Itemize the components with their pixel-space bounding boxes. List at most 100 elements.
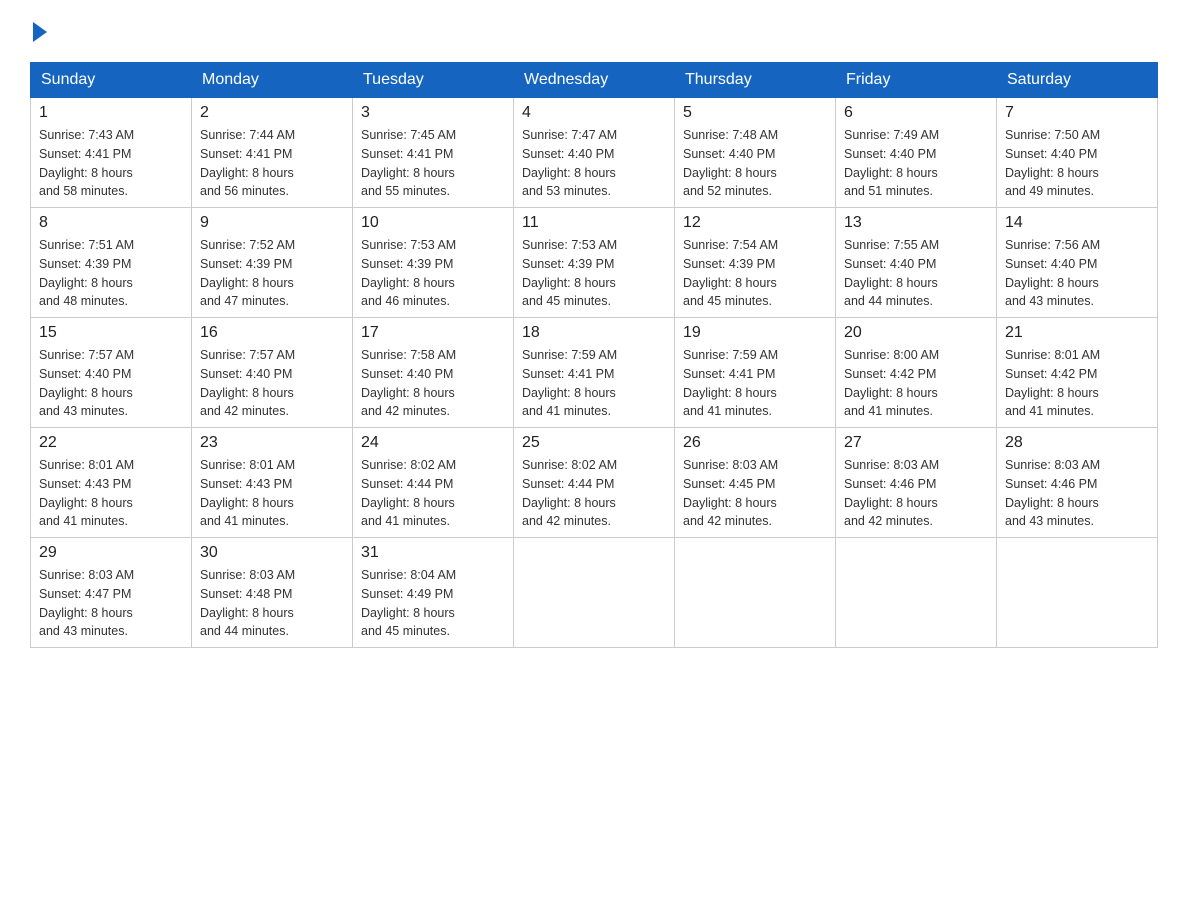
calendar-day-cell: 14Sunrise: 7:56 AMSunset: 4:40 PMDayligh… [997,208,1158,318]
day-number: 5 [683,104,827,122]
calendar-week-row: 15 Sunrise: 7:57 AMSunset: 4:40 PMDayligh… [31,318,1158,428]
day-info: Sunrise: 7:51 AMSunset: 4:39 PMDaylight:… [39,236,183,311]
day-number: 3 [361,104,505,122]
calendar-week-row: 8 Sunrise: 7:51 AMSunset: 4:39 PMDaylight… [31,208,1158,318]
day-number: 22 [39,434,183,452]
calendar-day-cell: 24Sunrise: 8:02 AMSunset: 4:44 PMDayligh… [353,428,514,538]
day-number: 27 [844,434,988,452]
calendar-day-cell: 7Sunrise: 7:50 AMSunset: 4:40 PMDaylight… [997,98,1158,208]
calendar-day-cell [675,538,836,648]
day-number: 10 [361,214,505,232]
day-number: 9 [200,214,344,232]
day-number: 13 [844,214,988,232]
day-info: Sunrise: 7:59 AMSunset: 4:41 PMDaylight:… [522,346,666,421]
calendar-day-cell: 8 Sunrise: 7:51 AMSunset: 4:39 PMDaylight… [31,208,192,318]
calendar-day-cell: 31 Sunrise: 8:04 AMSunset: 4:49 PMDayligh… [353,538,514,648]
logo [30,20,47,44]
calendar-day-cell: 30 Sunrise: 8:03 AMSunset: 4:48 PMDayligh… [192,538,353,648]
day-number: 6 [844,104,988,122]
day-number: 26 [683,434,827,452]
day-number: 11 [522,214,666,232]
day-number: 4 [522,104,666,122]
day-info: Sunrise: 7:48 AMSunset: 4:40 PMDaylight:… [683,126,827,201]
calendar-day-cell: 19 Sunrise: 7:59 AMSunset: 4:41 PMDayligh… [675,318,836,428]
calendar-table: SundayMondayTuesdayWednesdayThursdayFrid… [30,62,1158,648]
day-info: Sunrise: 8:01 AMSunset: 4:42 PMDaylight:… [1005,346,1149,421]
weekday-header-row: SundayMondayTuesdayWednesdayThursdayFrid… [31,63,1158,98]
weekday-header-wednesday: Wednesday [514,63,675,98]
calendar-day-cell [997,538,1158,648]
day-info: Sunrise: 8:02 AMSunset: 4:44 PMDaylight:… [522,456,666,531]
calendar-day-cell: 25 Sunrise: 8:02 AMSunset: 4:44 PMDayligh… [514,428,675,538]
day-number: 1 [39,104,183,122]
calendar-day-cell [514,538,675,648]
weekday-header-sunday: Sunday [31,63,192,98]
day-info: Sunrise: 7:55 AMSunset: 4:40 PMDaylight:… [844,236,988,311]
day-info: Sunrise: 7:52 AMSunset: 4:39 PMDaylight:… [200,236,344,311]
calendar-day-cell: 11 Sunrise: 7:53 AMSunset: 4:39 PMDayligh… [514,208,675,318]
day-info: Sunrise: 7:59 AMSunset: 4:41 PMDaylight:… [683,346,827,421]
day-info: Sunrise: 7:45 AMSunset: 4:41 PMDaylight:… [361,126,505,201]
weekday-header-thursday: Thursday [675,63,836,98]
calendar-day-cell: 2Sunrise: 7:44 AMSunset: 4:41 PMDaylight… [192,98,353,208]
day-number: 28 [1005,434,1149,452]
day-number: 31 [361,544,505,562]
calendar-day-cell: 4 Sunrise: 7:47 AMSunset: 4:40 PMDaylight… [514,98,675,208]
weekday-header-monday: Monday [192,63,353,98]
logo-arrow-icon [33,22,47,42]
day-info: Sunrise: 7:53 AMSunset: 4:39 PMDaylight:… [361,236,505,311]
logo-blue-part [30,20,47,42]
weekday-header-tuesday: Tuesday [353,63,514,98]
day-number: 15 [39,324,183,342]
calendar-day-cell: 22 Sunrise: 8:01 AMSunset: 4:43 PMDayligh… [31,428,192,538]
day-info: Sunrise: 7:54 AMSunset: 4:39 PMDaylight:… [683,236,827,311]
day-number: 21 [1005,324,1149,342]
day-number: 30 [200,544,344,562]
calendar-day-cell: 21 Sunrise: 8:01 AMSunset: 4:42 PMDayligh… [997,318,1158,428]
day-number: 16 [200,324,344,342]
day-number: 8 [39,214,183,232]
day-info: Sunrise: 8:00 AMSunset: 4:42 PMDaylight:… [844,346,988,421]
day-info: Sunrise: 7:50 AMSunset: 4:40 PMDaylight:… [1005,126,1149,201]
day-info: Sunrise: 8:03 AMSunset: 4:46 PMDaylight:… [1005,456,1149,531]
day-info: Sunrise: 7:49 AMSunset: 4:40 PMDaylight:… [844,126,988,201]
day-info: Sunrise: 7:58 AMSunset: 4:40 PMDaylight:… [361,346,505,421]
calendar-day-cell: 13 Sunrise: 7:55 AMSunset: 4:40 PMDayligh… [836,208,997,318]
day-info: Sunrise: 7:57 AMSunset: 4:40 PMDaylight:… [200,346,344,421]
day-info: Sunrise: 7:47 AMSunset: 4:40 PMDaylight:… [522,126,666,201]
day-info: Sunrise: 8:03 AMSunset: 4:47 PMDaylight:… [39,566,183,641]
day-info: Sunrise: 8:01 AMSunset: 4:43 PMDaylight:… [39,456,183,531]
day-info: Sunrise: 8:04 AMSunset: 4:49 PMDaylight:… [361,566,505,641]
calendar-day-cell: 20 Sunrise: 8:00 AMSunset: 4:42 PMDayligh… [836,318,997,428]
calendar-week-row: 29 Sunrise: 8:03 AMSunset: 4:47 PMDayligh… [31,538,1158,648]
day-info: Sunrise: 7:57 AMSunset: 4:40 PMDaylight:… [39,346,183,421]
day-number: 17 [361,324,505,342]
calendar-day-cell: 26 Sunrise: 8:03 AMSunset: 4:45 PMDayligh… [675,428,836,538]
calendar-day-cell: 12 Sunrise: 7:54 AMSunset: 4:39 PMDayligh… [675,208,836,318]
day-info: Sunrise: 8:03 AMSunset: 4:45 PMDaylight:… [683,456,827,531]
day-info: Sunrise: 8:03 AMSunset: 4:48 PMDaylight:… [200,566,344,641]
day-number: 23 [200,434,344,452]
day-info: Sunrise: 7:53 AMSunset: 4:39 PMDaylight:… [522,236,666,311]
day-number: 18 [522,324,666,342]
calendar-day-cell: 5 Sunrise: 7:48 AMSunset: 4:40 PMDaylight… [675,98,836,208]
day-info: Sunrise: 8:01 AMSunset: 4:43 PMDaylight:… [200,456,344,531]
day-info: Sunrise: 8:03 AMSunset: 4:46 PMDaylight:… [844,456,988,531]
day-info: Sunrise: 7:43 AMSunset: 4:41 PMDaylight:… [39,126,183,201]
day-number: 19 [683,324,827,342]
day-number: 12 [683,214,827,232]
day-number: 25 [522,434,666,452]
day-info: Sunrise: 7:56 AMSunset: 4:40 PMDaylight:… [1005,236,1149,311]
page-header [30,20,1158,44]
calendar-day-cell: 10 Sunrise: 7:53 AMSunset: 4:39 PMDayligh… [353,208,514,318]
calendar-day-cell: 6 Sunrise: 7:49 AMSunset: 4:40 PMDaylight… [836,98,997,208]
weekday-header-friday: Friday [836,63,997,98]
calendar-day-cell: 29 Sunrise: 8:03 AMSunset: 4:47 PMDayligh… [31,538,192,648]
day-number: 29 [39,544,183,562]
calendar-day-cell: 1 Sunrise: 7:43 AMSunset: 4:41 PMDaylight… [31,98,192,208]
calendar-day-cell [836,538,997,648]
day-number: 20 [844,324,988,342]
weekday-header-saturday: Saturday [997,63,1158,98]
calendar-week-row: 1 Sunrise: 7:43 AMSunset: 4:41 PMDaylight… [31,98,1158,208]
day-info: Sunrise: 7:44 AMSunset: 4:41 PMDaylight:… [200,126,344,201]
